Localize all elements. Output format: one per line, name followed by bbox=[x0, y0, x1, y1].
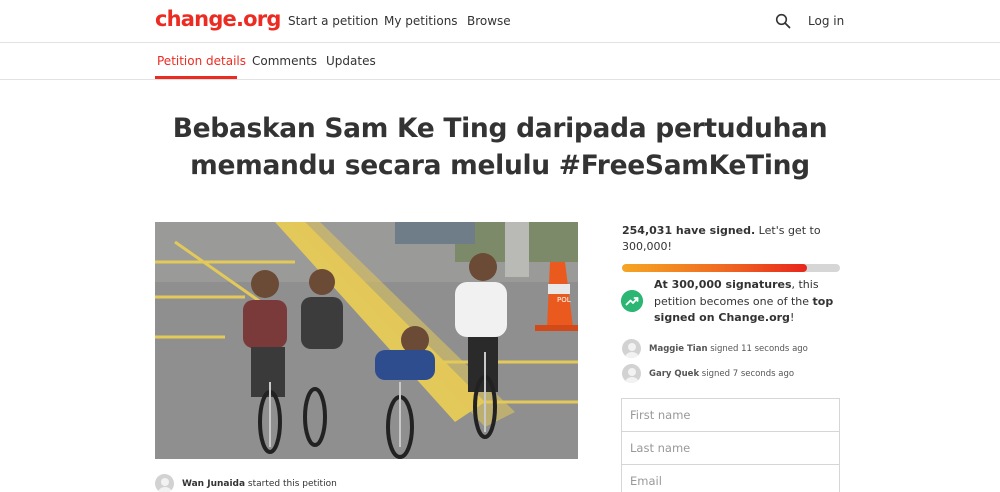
last-name-field[interactable] bbox=[621, 431, 840, 465]
tab-petition-details[interactable]: Petition details bbox=[157, 54, 246, 68]
signer-avatar bbox=[622, 364, 641, 383]
starter-avatar bbox=[155, 474, 174, 492]
petition-title-line-1: Bebaskan Sam Ke Ting daripada pertuduhan bbox=[172, 113, 828, 144]
starter-name[interactable]: Wan Junaida bbox=[182, 479, 245, 489]
milestone-end: ! bbox=[789, 311, 795, 324]
milestone-text: At 300,000 signatures, this petition bec… bbox=[654, 277, 844, 327]
signer-time: signed 7 seconds ago bbox=[699, 369, 795, 379]
search-icon[interactable] bbox=[775, 13, 791, 29]
nav-browse[interactable]: Browse bbox=[467, 14, 511, 28]
signature-count: 254,031 have signed. Let's get to 300,00… bbox=[622, 223, 842, 255]
active-tab-indicator bbox=[155, 76, 237, 79]
signature-progress-fill bbox=[622, 264, 807, 272]
starter-text: Wan Junaida started this petition bbox=[182, 479, 337, 489]
tab-updates[interactable]: Updates bbox=[326, 54, 376, 68]
petition-tabs: Petition details Comments Updates bbox=[0, 43, 1000, 80]
signature-progress-bar bbox=[622, 264, 840, 272]
signer-name: Gary Quek bbox=[649, 369, 700, 379]
signer-name: Maggie Tian bbox=[649, 344, 708, 354]
starter-suffix: started this petition bbox=[245, 479, 337, 489]
login-link[interactable]: Log in bbox=[808, 14, 844, 28]
signer-avatar bbox=[622, 339, 641, 358]
signed-count: 254,031 have signed. bbox=[622, 224, 756, 237]
tab-comments[interactable]: Comments bbox=[252, 54, 317, 68]
nav-start-petition[interactable]: Start a petition bbox=[288, 14, 378, 28]
trending-up-icon bbox=[621, 290, 643, 312]
milestone-bold-1: At 300,000 signatures bbox=[654, 278, 792, 291]
nav-my-petitions[interactable]: My petitions bbox=[384, 14, 458, 28]
top-nav-bar: change.org Start a petition My petitions… bbox=[0, 0, 1000, 43]
first-name-field[interactable] bbox=[621, 398, 840, 432]
signer-text: Gary Quek signed 7 seconds ago bbox=[649, 369, 794, 379]
petition-title-line-2: memandu secara melulu #FreeSamKeTing bbox=[190, 150, 810, 181]
signer-time: signed 11 seconds ago bbox=[707, 344, 808, 354]
petition-photo: POL bbox=[155, 222, 578, 459]
signer-text: Maggie Tian signed 11 seconds ago bbox=[649, 344, 808, 354]
petition-title: Bebaskan Sam Ke Ting daripada pertuduhan… bbox=[100, 110, 900, 184]
change-org-logo[interactable]: change.org bbox=[155, 7, 281, 31]
email-field[interactable] bbox=[621, 464, 840, 492]
cone-label: POL bbox=[557, 296, 571, 304]
